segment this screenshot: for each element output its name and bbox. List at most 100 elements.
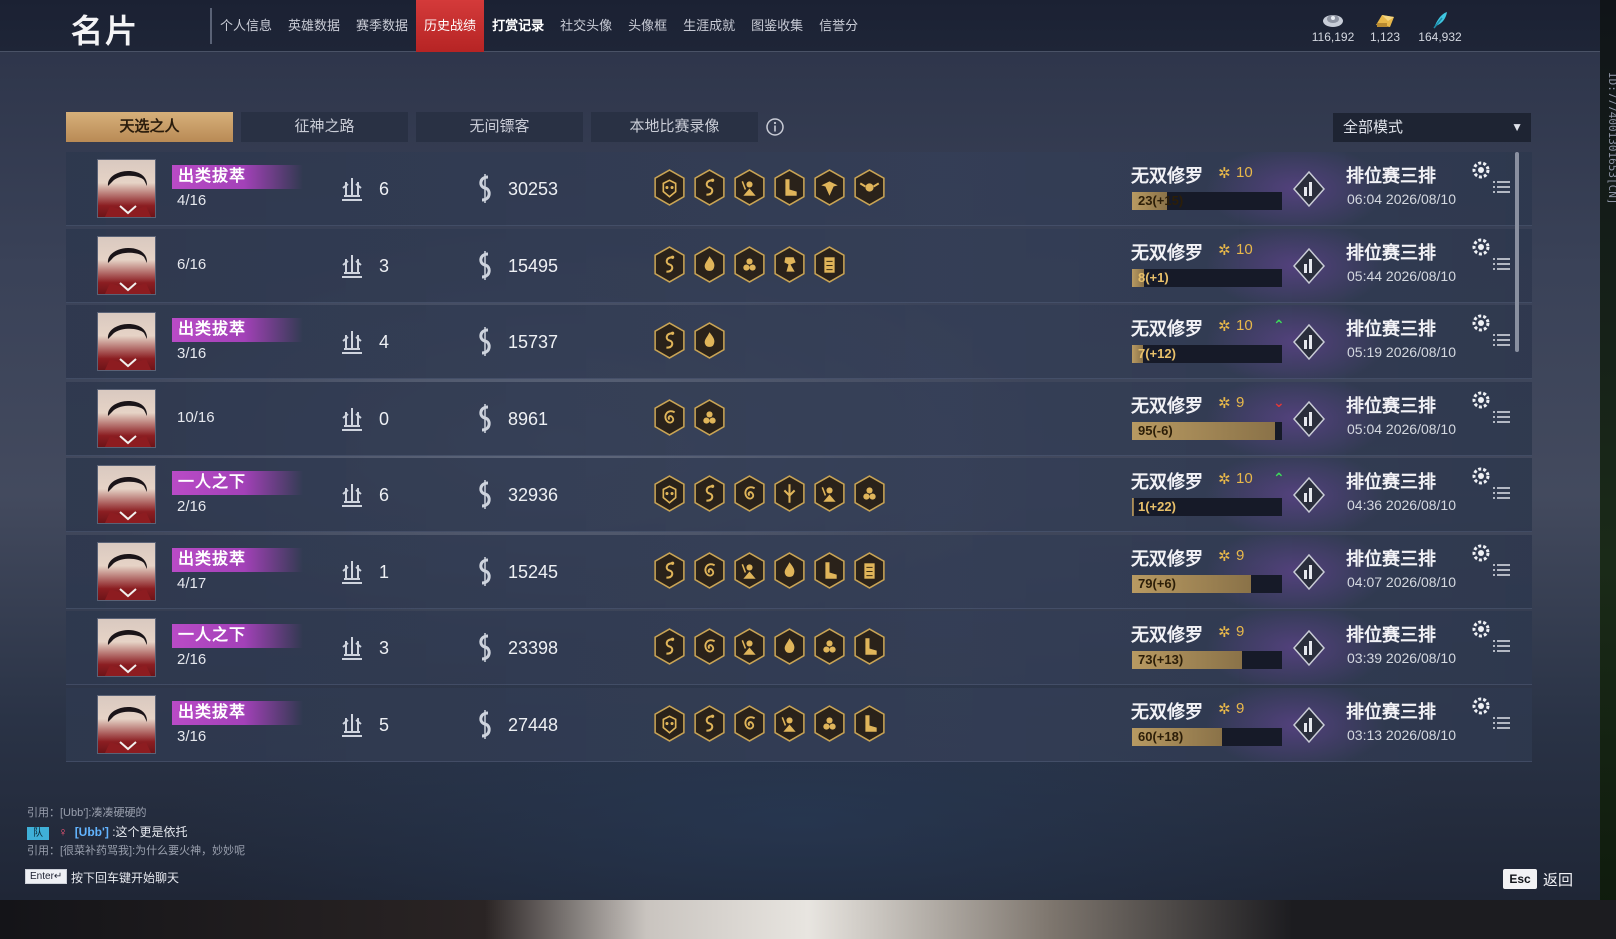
gear-icon[interactable] <box>1471 543 1491 563</box>
match-row[interactable]: 出类拔萃 4/17 1 15245 无双修罗 ✲ 9 79(+6) 排位赛三排 04:07 202… <box>66 534 1532 609</box>
screen-background: 名片 个人信息 英雄数据 赛季数据 历史战绩 打赏记录 社交头像 头像框 生涯成就 图鉴收集 信誉… <box>0 0 1600 900</box>
stats-chart-icon[interactable] <box>1292 706 1326 744</box>
stats-chart-icon[interactable] <box>1292 247 1326 285</box>
boot-icon <box>774 169 805 206</box>
menu-icon[interactable] <box>1493 716 1511 730</box>
subtab-0[interactable]: 天选之人 <box>66 112 233 142</box>
placement: 10/16 <box>177 408 215 426</box>
gear-icon[interactable] <box>1471 466 1491 486</box>
tier-progress-bar: 60(+18) <box>1132 727 1282 746</box>
cluster-icon <box>814 628 845 665</box>
avatar[interactable] <box>97 312 156 371</box>
menu-icon[interactable] <box>1493 486 1511 500</box>
subtab-3[interactable]: 本地比赛录像 <box>591 112 758 142</box>
gear-icon[interactable] <box>1471 696 1491 716</box>
stats-chart-icon[interactable] <box>1292 476 1326 514</box>
serpent-icon <box>654 245 685 283</box>
achievement-badge: 出类拔萃 <box>172 700 303 725</box>
tier-level: 10 <box>1236 317 1253 334</box>
list-scrollbar[interactable] <box>1515 152 1519 352</box>
match-row[interactable]: 一人之下 2/16 3 23398 无双修罗 ✲ 9 73(+13) 排位赛三排 03:39 20… <box>66 611 1532 685</box>
gear-icon[interactable] <box>1471 313 1491 333</box>
menu-icon[interactable] <box>1493 180 1511 194</box>
match-row[interactable]: 出类拔萃 3/16 5 27448 无双修罗 ✲ 9 60(+18) 排位赛三排 03:13 20… <box>66 687 1532 762</box>
menu-icon[interactable] <box>1493 639 1511 653</box>
tab-7[interactable]: 生涯成就 <box>675 0 743 52</box>
stats-chart-icon[interactable] <box>1292 553 1326 591</box>
menu-icon[interactable] <box>1493 333 1511 347</box>
mode-filter-value: 全部模式 <box>1343 119 1404 136</box>
mode-filter-dropdown[interactable]: 全部模式 ▼ <box>1333 113 1531 142</box>
avatar[interactable] <box>97 388 156 448</box>
tier-progress-text: 79(+6) <box>1138 575 1176 591</box>
avatar[interactable] <box>97 541 156 601</box>
avatar[interactable] <box>97 694 156 754</box>
match-time: 04:07 2026/08/10 <box>1347 573 1456 590</box>
tier-name: 无双修罗 <box>1131 472 1203 492</box>
avatar[interactable] <box>97 235 156 295</box>
stats-chart-icon[interactable] <box>1292 170 1326 208</box>
match-row[interactable]: 出类拔萃 3/16 4 15737 无双修罗 ✲ 10 ⌃ 7(+12) 排位赛三排 05:19 2… <box>66 305 1532 379</box>
medal-list <box>653 475 886 513</box>
scroll-icon <box>854 551 885 589</box>
menu-icon[interactable] <box>1493 257 1511 271</box>
match-row[interactable]: 出类拔萃 4/16 6 30253 无双修罗 ✲ 10 23(+15) 排位赛三排 06:04 2… <box>66 152 1532 226</box>
tab-8[interactable]: 图鉴收集 <box>743 0 811 52</box>
serpent-icon <box>654 551 685 589</box>
tier-progress-text: 95(-6) <box>1138 422 1173 438</box>
kill-count: 6 <box>379 485 390 505</box>
tab-2[interactable]: 赛季数据 <box>348 0 416 52</box>
kill-count: 3 <box>379 255 390 276</box>
kill-count: 6 <box>379 179 390 199</box>
tier-progress-bar: 8(+1) <box>1132 268 1282 287</box>
back-button[interactable]: 返回 <box>1543 869 1573 890</box>
chat-sender[interactable]: [Ubb'] <box>75 825 109 839</box>
currency-silver: 116,192 <box>1303 10 1363 44</box>
enter-key-hint[interactable]: Enter↵ <box>25 869 68 884</box>
cluster-icon <box>814 704 845 742</box>
menu-icon[interactable] <box>1493 410 1511 424</box>
placement: 4/17 <box>177 574 207 592</box>
esc-key[interactable]: Esc <box>1503 869 1537 889</box>
avatar[interactable] <box>97 465 156 524</box>
gear-icon[interactable] <box>1471 237 1491 257</box>
tier-level: 9 <box>1236 623 1245 640</box>
trend-up-icon: ⌃ <box>1273 317 1285 333</box>
tier-progress-text: 7(+12) <box>1138 346 1176 361</box>
tab-9[interactable]: 信誉分 <box>811 0 866 52</box>
avatar[interactable] <box>97 159 156 218</box>
score-icon <box>479 174 491 203</box>
gear-icon[interactable] <box>1471 160 1491 180</box>
stats-chart-icon[interactable] <box>1292 400 1326 438</box>
gear-icon[interactable] <box>1471 390 1491 410</box>
tab-6[interactable]: 头像框 <box>620 0 675 52</box>
match-row[interactable]: 6/16 3 15495 无双修罗 ✲ 10 8(+1) 排位赛三排 05:44 2026/08… <box>66 228 1532 303</box>
spear-icon <box>774 475 805 512</box>
match-row[interactable]: 10/16 0 8961 无双修罗 ✲ 9 ⌄ 95(-6) 排位赛三排 05:04 2026/0… <box>66 381 1532 456</box>
match-time: 04:36 2026/08/10 <box>1347 497 1456 513</box>
avatar[interactable] <box>97 618 156 677</box>
page-title: 名片 <box>71 13 140 49</box>
score-value: 8961 <box>508 408 549 429</box>
gear-icon[interactable] <box>1471 619 1491 639</box>
currency-gold-value: 1,123 <box>1369 30 1401 44</box>
tab-4[interactable]: 打赏记录 <box>484 0 552 52</box>
tab-1[interactable]: 英雄数据 <box>280 0 348 52</box>
stats-chart-icon[interactable] <box>1292 323 1326 361</box>
info-icon[interactable] <box>765 117 785 137</box>
chat-panel: 引用：[Ubb']:凑凑硬硬的 队 ♀ [Ubb'] :这个更是依托 引用：[很… <box>27 804 245 861</box>
flame-icon <box>694 322 725 359</box>
placement: 4/16 <box>177 192 207 209</box>
subtab-2[interactable]: 无间镖客 <box>416 112 583 142</box>
boot-icon <box>814 551 845 589</box>
subtab-1[interactable]: 征神之路 <box>241 112 408 142</box>
stats-chart-icon[interactable] <box>1292 629 1326 667</box>
tab-3[interactable]: 历史战绩 <box>416 0 485 52</box>
winged-skull-icon <box>854 169 885 206</box>
swirl-icon <box>694 628 725 665</box>
menu-icon[interactable] <box>1493 563 1511 577</box>
tier-name: 无双修罗 <box>1131 242 1203 263</box>
tab-5[interactable]: 社交头像 <box>552 0 620 52</box>
tab-0[interactable]: 个人信息 <box>212 0 280 52</box>
match-row[interactable]: 一人之下 2/16 6 32936 无双修罗 ✲ 10 ⌃ 1(+22) 排位赛三排 04:36 2… <box>66 458 1532 532</box>
